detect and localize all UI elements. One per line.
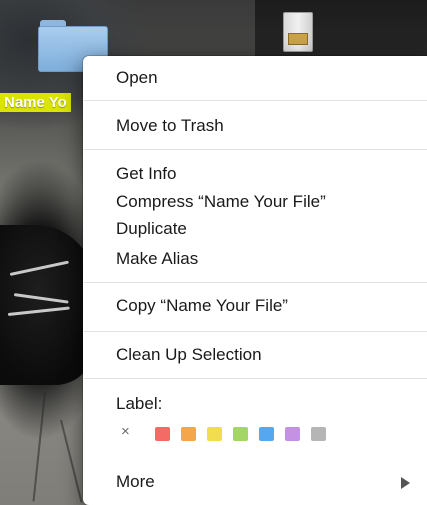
menu-item-copy[interactable]: Copy “Name Your File”	[83, 294, 427, 318]
label-swatch-red[interactable]	[155, 427, 170, 441]
menu-item-move-to-trash[interactable]: Move to Trash	[83, 114, 427, 138]
menu-separator	[84, 378, 427, 379]
menu-separator	[84, 100, 427, 101]
label-swatch-orange[interactable]	[181, 427, 196, 441]
menu-item-duplicate[interactable]: Duplicate	[83, 217, 427, 241]
menu-separator	[84, 331, 427, 332]
context-menu: Open Move to Trash Get Info Compress “Na…	[83, 56, 427, 505]
label-swatch-yellow[interactable]	[207, 427, 222, 441]
menu-item-make-alias[interactable]: Make Alias	[83, 247, 427, 271]
selected-file-label[interactable]: Name Yo	[0, 93, 71, 112]
menu-separator	[84, 282, 427, 283]
submenu-arrow-icon	[401, 477, 410, 489]
menu-item-more-label: More	[116, 472, 155, 491]
label-swatch-blue[interactable]	[259, 427, 274, 441]
background-shoe	[0, 225, 95, 385]
menu-item-more[interactable]: More	[83, 470, 427, 494]
menu-separator	[84, 149, 427, 150]
file-cabinet-icon[interactable]	[283, 12, 313, 52]
label-swatch-green[interactable]	[233, 427, 248, 441]
clear-label-icon[interactable]: ×	[121, 423, 130, 441]
label-swatch-gray[interactable]	[311, 427, 326, 441]
menu-item-compress[interactable]: Compress “Name Your File”	[83, 190, 427, 214]
menu-item-open[interactable]: Open	[83, 66, 427, 90]
menu-item-clean-up-selection[interactable]: Clean Up Selection	[83, 343, 427, 367]
label-swatch-purple[interactable]	[285, 427, 300, 441]
menu-item-get-info[interactable]: Get Info	[83, 162, 427, 186]
label-heading: Label:	[116, 394, 163, 413]
